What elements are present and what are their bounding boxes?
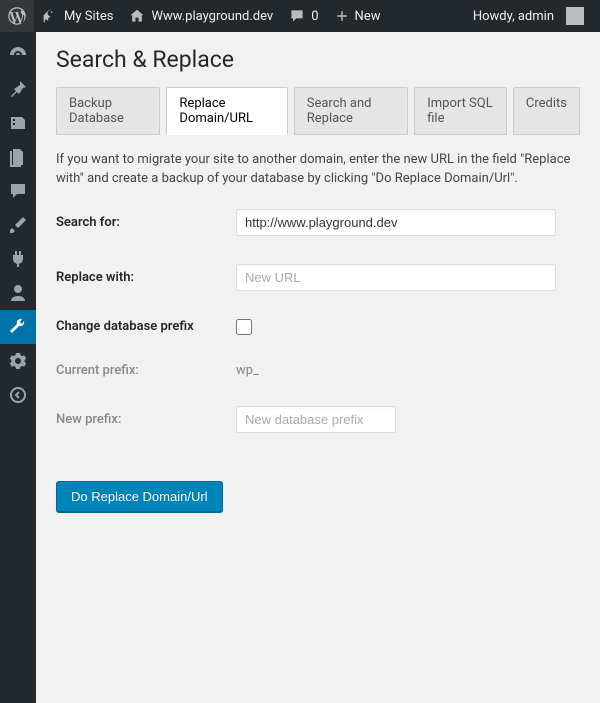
comment-icon: [289, 8, 305, 24]
submit-button[interactable]: Do Replace Domain/Url: [56, 481, 223, 512]
menu-dashboard[interactable]: [0, 38, 36, 72]
comments-link[interactable]: 0: [281, 0, 326, 32]
menu-tools[interactable]: [0, 310, 36, 344]
howdy-label: Howdy, admin: [473, 9, 554, 24]
plus-icon: [335, 9, 349, 23]
comments-icon: [8, 181, 28, 201]
user-icon: [8, 283, 28, 303]
media-icon: [8, 113, 28, 133]
wp-logo[interactable]: [0, 0, 34, 32]
admin-key-icon: [42, 8, 58, 24]
menu-plugins[interactable]: [0, 242, 36, 276]
row-search-for: Search for:: [56, 209, 580, 236]
home-icon: [129, 8, 145, 24]
new-prefix-label: New prefix:: [56, 412, 236, 427]
plugin-icon: [8, 249, 28, 269]
search-for-label: Search for:: [56, 215, 236, 230]
menu-settings[interactable]: [0, 344, 36, 378]
change-prefix-label: Change database prefix: [56, 319, 236, 334]
replace-with-label: Replace with:: [56, 270, 236, 285]
menu-posts[interactable]: [0, 72, 36, 106]
content-area: Search & Replace Backup Database Replace…: [36, 32, 600, 703]
row-replace-with: Replace with:: [56, 264, 580, 291]
current-prefix-label: Current prefix:: [56, 363, 236, 378]
tab-import-sql-file[interactable]: Import SQL file: [414, 87, 507, 135]
pin-icon: [8, 79, 28, 99]
new-label: New: [355, 9, 381, 24]
menu-collapse[interactable]: [0, 378, 36, 412]
settings-icon: [8, 351, 28, 371]
change-prefix-checkbox[interactable]: [236, 319, 252, 335]
my-sites-link[interactable]: My Sites: [34, 0, 121, 32]
site-name-link[interactable]: Www.playground.dev: [121, 0, 281, 32]
tab-replace-domain-url[interactable]: Replace Domain/URL: [166, 87, 287, 135]
menu-pages[interactable]: [0, 140, 36, 174]
tab-description: If you want to migrate your site to anot…: [56, 151, 580, 189]
page-title: Search & Replace: [56, 46, 580, 73]
howdy-link[interactable]: Howdy, admin: [465, 0, 592, 32]
my-sites-label: My Sites: [64, 9, 113, 24]
new-link[interactable]: New: [327, 0, 389, 32]
admin-bar: My Sites Www.playground.dev 0 New Howdy,…: [0, 0, 600, 32]
collapse-icon: [8, 385, 28, 405]
comments-count: 0: [311, 9, 318, 24]
replace-with-input[interactable]: [236, 264, 556, 291]
avatar: [566, 7, 584, 25]
site-name-label: Www.playground.dev: [151, 9, 273, 24]
tab-credits[interactable]: Credits: [513, 87, 580, 135]
row-change-prefix: Change database prefix: [56, 319, 580, 335]
wrench-icon: [8, 317, 28, 337]
search-for-input[interactable]: [236, 209, 556, 236]
admin-sidemenu: [0, 32, 36, 703]
brush-icon: [8, 215, 28, 235]
menu-media[interactable]: [0, 106, 36, 140]
pages-icon: [8, 147, 28, 167]
row-current-prefix: Current prefix: wp_: [56, 363, 580, 378]
menu-appearance[interactable]: [0, 208, 36, 242]
row-new-prefix: New prefix:: [56, 406, 580, 433]
tab-search-and-replace[interactable]: Search and Replace: [294, 87, 408, 135]
new-prefix-input[interactable]: [236, 406, 396, 433]
dashboard-icon: [8, 45, 28, 65]
tab-nav: Backup Database Replace Domain/URL Searc…: [56, 87, 580, 135]
tab-backup-database[interactable]: Backup Database: [56, 87, 160, 135]
menu-users[interactable]: [0, 276, 36, 310]
current-prefix-value: wp_: [236, 363, 259, 378]
menu-comments[interactable]: [0, 174, 36, 208]
wordpress-icon: [8, 7, 26, 25]
